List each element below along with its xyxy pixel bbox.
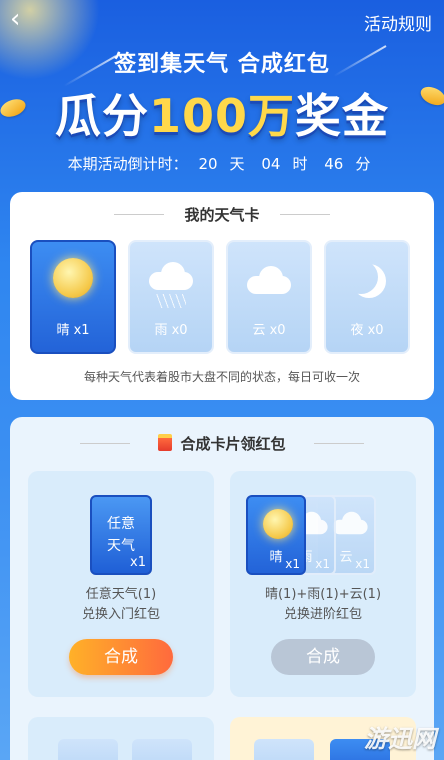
combine-card-partial <box>28 717 214 760</box>
sun-icon <box>53 258 93 298</box>
weather-card-panel: 我的天气卡 晴 x1 雨 x0 云 x0 夜 x0 每种天气代表着股市大盘不同的… <box>10 192 434 400</box>
cloud-icon <box>243 266 295 294</box>
weather-card-sunny[interactable]: 晴 x1 <box>30 240 116 354</box>
chevron-left-icon: ‹ <box>10 4 21 34</box>
weather-card-label: 雨 x0 <box>154 323 188 338</box>
weather-card-label: 夜 x0 <box>350 323 384 338</box>
back-button[interactable]: ‹ <box>10 6 34 32</box>
combine-advanced-button[interactable]: 合成 <box>271 639 375 675</box>
any-weather-card: 任意 天气 x1 <box>90 495 152 575</box>
card-text: 天气 <box>107 538 135 554</box>
weather-card-label: 晴 x1 <box>56 323 90 338</box>
watermark-logo: 游迅网 <box>364 725 436 753</box>
weather-card-list: 晴 x1 雨 x0 云 x0 夜 x0 <box>30 240 414 354</box>
card-text: 任意 <box>107 516 135 532</box>
sunny-weather-mini-card: 晴 x1 <box>246 495 306 575</box>
combine-basic-button[interactable]: 合成 <box>69 639 173 675</box>
weather-card-title: 我的天气卡 <box>184 206 260 224</box>
hero-banner: ‹ 活动规则 签到集天气 合成红包 瓜分100万奖金 本期活动倒计时： 20 天 … <box>0 0 444 190</box>
red-envelope-icon <box>158 434 173 451</box>
weather-card-cloud[interactable]: 云 x0 <box>226 240 312 354</box>
mini-card-count: x1 <box>355 557 370 571</box>
sun-icon <box>263 509 293 539</box>
mini-card-count: x1 <box>285 557 300 571</box>
combine-advanced-card: 云 x1 雨 x1 晴 x1 晴(1)+雨(1)+云(1) 兑换进阶红包 合成 <box>230 471 416 697</box>
weather-card-rain[interactable]: 雨 x0 <box>128 240 214 354</box>
weather-card-note: 每种天气代表着股市大盘不同的状态，每日可收一次 <box>83 370 360 384</box>
rain-drops-decoration <box>156 294 186 308</box>
mini-card <box>132 739 192 760</box>
campaign-subtitle: 签到集天气 合成红包 <box>114 52 330 77</box>
combine-basic-card: 任意 天气 x1 任意天气(1) 兑换入门红包 合成 <box>28 471 214 697</box>
combine-panel: 合成卡片领红包 任意 天气 x1 任意天气(1) 兑换入门红包 合成 云 x1 … <box>10 417 434 760</box>
rain-icon <box>145 262 197 290</box>
rules-link[interactable]: 活动规则 <box>364 10 432 35</box>
combine-advanced-desc: 晴(1)+雨(1)+云(1) 兑换进阶红包 <box>264 587 382 622</box>
moon-icon <box>344 260 378 294</box>
countdown-timer: 本期活动倒计时： 20 天 04 时 46 分 <box>67 155 371 173</box>
combine-title: 合成卡片领红包 <box>10 433 434 454</box>
mini-card <box>58 739 118 760</box>
weather-card-night[interactable]: 夜 x0 <box>324 240 410 354</box>
card-count: x1 <box>130 555 146 570</box>
mini-card-count: x1 <box>315 557 330 571</box>
campaign-headline: 瓜分100万奖金 <box>54 89 390 143</box>
combine-basic-desc: 任意天气(1) 兑换入门红包 <box>81 587 160 622</box>
mini-card <box>254 739 314 760</box>
weather-card-label: 云 x0 <box>252 323 286 338</box>
